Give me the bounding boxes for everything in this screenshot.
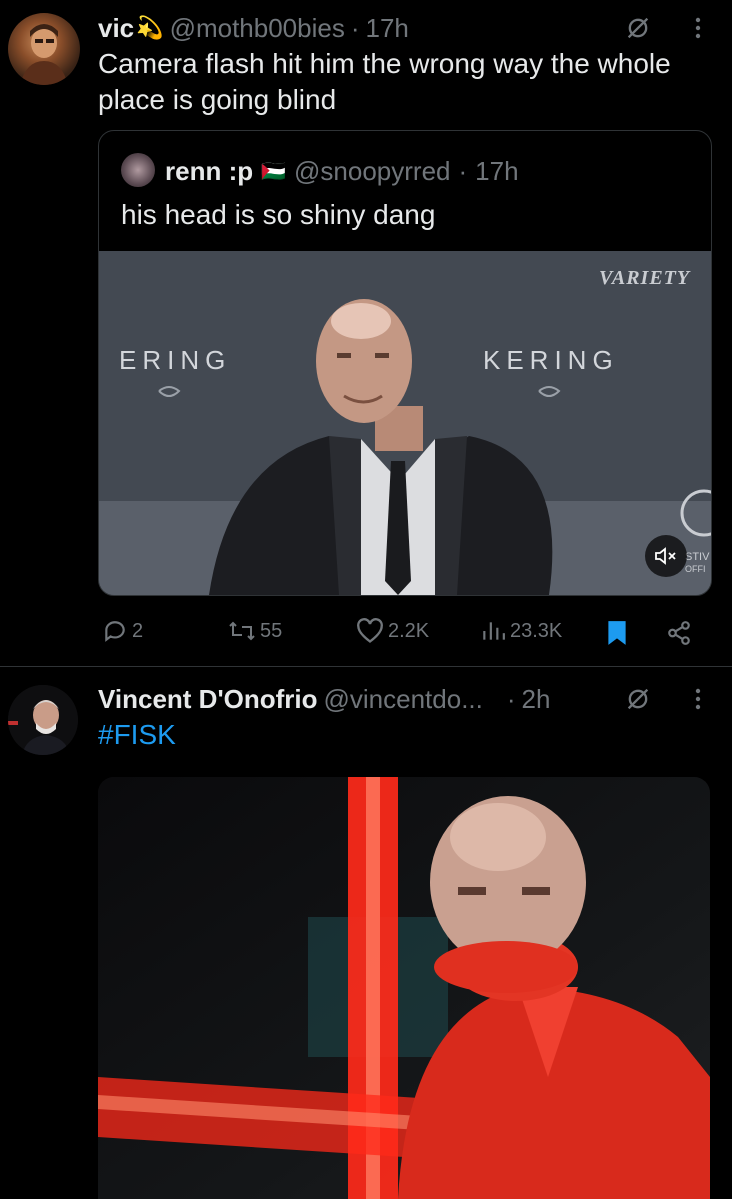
reply-button[interactable]: 2: [102, 618, 143, 644]
separator: ·: [506, 683, 516, 714]
flag-icon: 🇵🇸: [261, 160, 287, 183]
author-emoji: 💫: [136, 15, 164, 40]
video-frame: [99, 251, 711, 595]
avatar[interactable]: [8, 13, 80, 85]
post-header: Vincent D'Onofrio @vincentdo... · 2h: [98, 681, 550, 717]
views-icon: [483, 622, 505, 640]
like-icon: [357, 618, 383, 643]
post-time[interactable]: 17h: [366, 13, 409, 44]
post-header: vic 💫 @mothb00bies · 17h: [98, 10, 409, 46]
views-count: 23.3K: [510, 619, 563, 642]
backdrop-text-right: KERING: [483, 345, 619, 375]
views-button[interactable]: 23.3K: [480, 618, 562, 644]
quote-header: renn :p 🇵🇸 @snoopyrred · 17h: [165, 153, 519, 189]
avatar[interactable]: [8, 685, 78, 755]
reply-icon: [105, 621, 125, 642]
repost-icon: [229, 621, 255, 641]
bookmark-icon[interactable]: [602, 618, 632, 648]
corner-text-2: OFFI: [685, 564, 706, 574]
more-icon[interactable]: [684, 12, 712, 44]
like-count: 2.2K: [388, 619, 430, 642]
separator: ·: [350, 12, 360, 43]
quote-video[interactable]: VARIETY ERING KERING STIV OFFI: [99, 251, 711, 595]
backdrop-text-left: ERING: [119, 345, 232, 375]
share-icon[interactable]: [664, 618, 694, 648]
like-button[interactable]: 2.2K: [356, 618, 429, 644]
post-image[interactable]: [98, 777, 710, 1199]
post-time[interactable]: 2h: [522, 684, 551, 715]
author-name[interactable]: vic: [98, 13, 134, 44]
brand-logo: VARIETY: [599, 267, 691, 289]
repost-button[interactable]: 55: [228, 618, 282, 644]
quote-author-name[interactable]: renn :p: [165, 156, 253, 187]
volume-muted-icon[interactable]: [645, 535, 687, 577]
corner-text: STIV OFFI: [685, 551, 709, 575]
post[interactable]: Vincent D'Onofrio @vincentdo... · 2h #FI…: [0, 667, 732, 1199]
mute-icon[interactable]: [622, 12, 654, 44]
quote-handle[interactable]: @snoopyrred: [294, 156, 450, 187]
action-bar: 2 55 2.2K 23.3K: [98, 612, 710, 652]
hashtag-link[interactable]: #FISK: [98, 717, 176, 753]
image-frame: [98, 777, 710, 1199]
separator: ·: [458, 155, 468, 186]
quote-time[interactable]: 17h: [475, 156, 518, 187]
corner-text-1: STIV: [685, 551, 710, 563]
repost-count: 55: [260, 619, 283, 642]
reply-count: 2: [132, 619, 144, 642]
post[interactable]: vic 💫 @mothb00bies · 17h Camera flash hi…: [0, 0, 732, 666]
author-handle[interactable]: @vincentdo...: [324, 684, 483, 715]
quote-avatar[interactable]: [121, 153, 155, 187]
more-icon[interactable]: [684, 683, 712, 715]
quote-text: his head is so shiny dang: [121, 199, 436, 230]
quote-tweet[interactable]: renn :p 🇵🇸 @snoopyrred · 17h his head is…: [98, 130, 712, 596]
post-text: Camera flash hit him the wrong way the w…: [98, 48, 671, 115]
author-name[interactable]: Vincent D'Onofrio: [98, 684, 318, 715]
mute-icon[interactable]: [622, 683, 654, 715]
author-handle[interactable]: @mothb00bies: [170, 13, 345, 44]
